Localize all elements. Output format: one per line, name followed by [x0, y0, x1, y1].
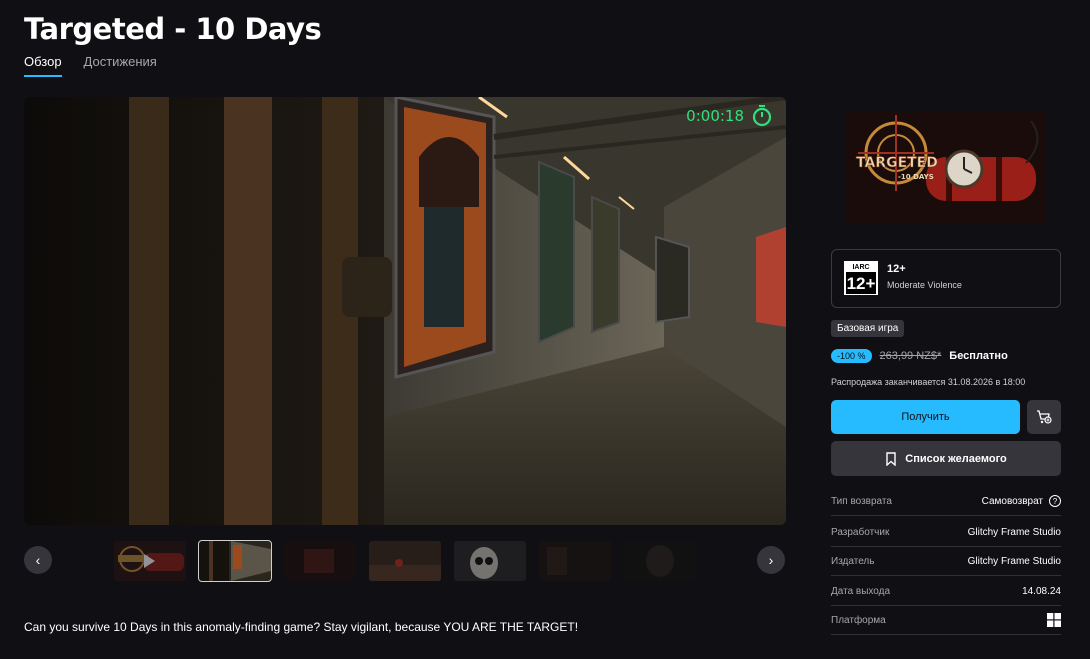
thumbnail-image — [624, 541, 696, 581]
thumbnail-image — [539, 541, 611, 581]
thumbnail-item[interactable] — [284, 541, 356, 581]
tab-overview[interactable]: Обзор — [24, 54, 62, 77]
iarc-rating-icon: IARC 12+ — [844, 261, 878, 295]
svg-text:-10 DAYS: -10 DAYS — [898, 173, 934, 181]
thumbnail-item[interactable] — [198, 540, 272, 582]
info-value: Glitchy Frame Studio — [967, 526, 1061, 538]
info-value: Самовозврат — [981, 495, 1043, 507]
wishlist-label: Список желаемого — [905, 452, 1007, 465]
thumbnail-image — [454, 541, 526, 581]
info-key: Дата выхода — [831, 585, 891, 597]
info-row-platform: Платформа — [831, 606, 1061, 635]
base-game-badge: Базовая игра — [831, 320, 905, 337]
thumbnail-image — [199, 541, 271, 581]
gameplay-screenshot — [24, 97, 786, 525]
stopwatch-icon — [752, 105, 772, 127]
price-row: -100 % 263,99 NZ$* Бесплатно — [831, 349, 1008, 363]
previous-media-button[interactable]: ‹ — [24, 546, 52, 574]
info-row-refund: Тип возврата Самовозврат ? — [831, 487, 1061, 516]
thumbnail-image — [284, 541, 356, 581]
page-title: Targeted - 10 Days — [24, 12, 322, 46]
bookmark-icon — [886, 451, 896, 466]
rating-board-age: 12+ — [846, 273, 876, 294]
media-viewer[interactable]: 0:00:18 — [24, 97, 786, 525]
info-value: 14.08.24 — [1022, 585, 1061, 597]
info-key: Издатель — [831, 555, 875, 567]
original-price: 263,99 NZ$* — [879, 350, 942, 362]
rating-age: 12+ — [887, 263, 906, 275]
rating-board-label: IARC — [846, 263, 876, 273]
thumbnail-video[interactable] — [114, 541, 186, 581]
add-to-cart-button[interactable] — [1027, 400, 1061, 434]
play-icon — [144, 554, 155, 568]
thumbnail-item[interactable] — [624, 541, 696, 581]
age-rating-box: IARC 12+ 12+ Moderate Violence — [831, 249, 1061, 308]
timer: 0:00:18 — [686, 105, 772, 127]
chevron-left-icon: ‹ — [35, 552, 41, 568]
thumbnail-item[interactable] — [369, 541, 441, 581]
info-row-publisher: Издатель Glitchy Frame Studio — [831, 547, 1061, 576]
info-key: Разработчик — [831, 526, 890, 538]
chevron-right-icon: › — [768, 552, 774, 568]
get-button[interactable]: Получить — [831, 400, 1020, 434]
current-price: Бесплатно — [949, 350, 1008, 362]
thumbnail-image — [369, 541, 441, 581]
help-icon[interactable]: ? — [1049, 495, 1061, 507]
thumbnail-item[interactable] — [454, 541, 526, 581]
game-description: Can you survive 10 Days in this anomaly-… — [24, 620, 579, 634]
discount-badge: -100 % — [831, 349, 872, 363]
cart-add-icon — [1037, 410, 1052, 424]
svg-text:TARGETED: TARGETED — [856, 155, 938, 171]
game-logo-image: TARGETED -10 DAYS — [846, 111, 1046, 223]
info-key: Платформа — [831, 614, 886, 626]
info-key: Тип возврата — [831, 495, 892, 507]
info-row-developer: Разработчик Glitchy Frame Studio — [831, 518, 1061, 547]
game-cover: TARGETED -10 DAYS — [846, 111, 1046, 223]
rating-descriptor: Moderate Violence — [887, 280, 962, 290]
info-value: Glitchy Frame Studio — [967, 555, 1061, 567]
sale-end-text: Распродажа заканчивается 31.08.2026 в 18… — [831, 377, 1026, 387]
info-row-release-date: Дата выхода 14.08.24 — [831, 577, 1061, 606]
tab-achievements[interactable]: Достижения — [84, 54, 157, 77]
tab-bar: Обзор Достижения — [24, 54, 157, 77]
timer-value: 0:00:18 — [686, 107, 744, 125]
thumbnail-item[interactable] — [539, 541, 611, 581]
next-media-button[interactable]: › — [757, 546, 785, 574]
windows-icon — [1047, 613, 1061, 627]
wishlist-button[interactable]: Список желаемого — [831, 441, 1061, 476]
